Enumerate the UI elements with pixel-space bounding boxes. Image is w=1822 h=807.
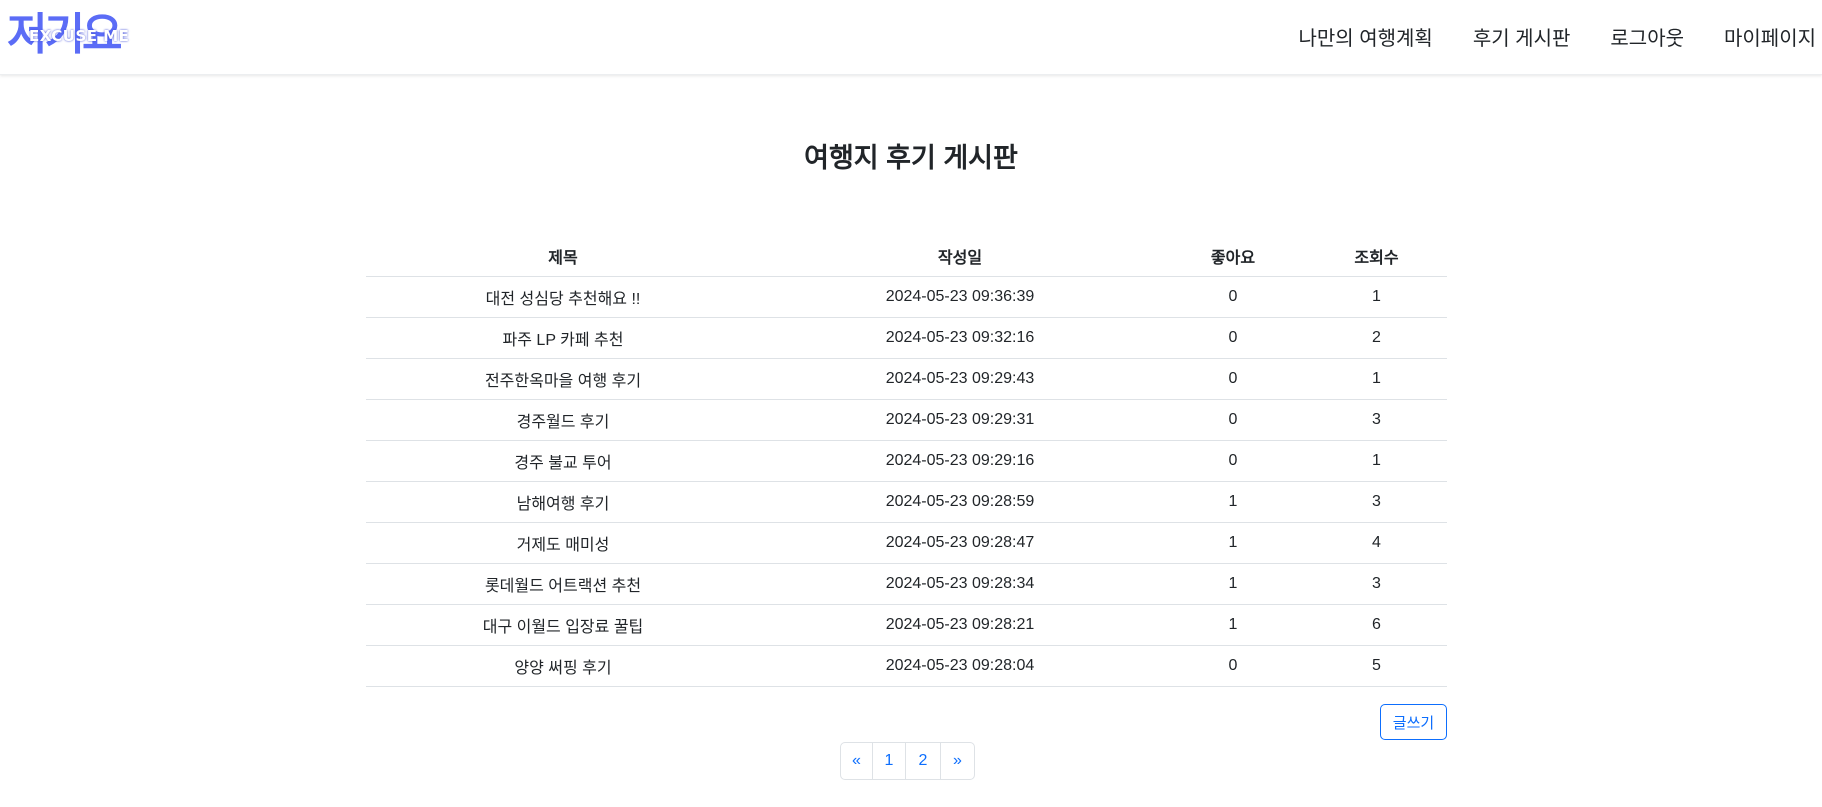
nav-logout[interactable]: 로그아웃 [1610, 22, 1684, 51]
nav-review-board[interactable]: 후기 게시판 [1473, 22, 1571, 51]
post-title[interactable]: 대구 이월드 입장료 꿀팁 [366, 604, 760, 646]
top-navbar: 저기요 EXCUSE ME 나만의 여행계획 후기 게시판 로그아웃 마이페이지 [0, 0, 1822, 75]
post-title[interactable]: 파주 LP 카페 추천 [366, 317, 760, 359]
post-likes: 1 [1160, 522, 1306, 564]
post-date: 2024-05-23 09:29:31 [760, 399, 1160, 441]
nav-mypage[interactable]: 마이페이지 [1724, 22, 1816, 51]
brand-logo[interactable]: 저기요 EXCUSE ME [7, 12, 155, 58]
post-title[interactable]: 남해여행 후기 [366, 481, 760, 523]
post-likes: 0 [1160, 276, 1306, 318]
table-row[interactable]: 경주월드 후기 2024-05-23 09:29:31 0 3 [366, 399, 1447, 441]
pagination-page-1[interactable]: 1 [873, 743, 906, 779]
table-row[interactable]: 파주 LP 카페 추천 2024-05-23 09:32:16 0 2 [366, 317, 1447, 359]
pagination-prev-button[interactable]: « [841, 743, 873, 779]
logo-subtitle: EXCUSE ME [29, 27, 130, 45]
post-likes: 0 [1160, 358, 1306, 400]
post-title[interactable]: 롯데월드 어트랙션 추천 [366, 563, 760, 605]
nav-my-travel-plan[interactable]: 나만의 여행계획 [1298, 22, 1432, 51]
table-row[interactable]: 전주한옥마을 여행 후기 2024-05-23 09:29:43 0 1 [366, 358, 1447, 400]
post-date: 2024-05-23 09:32:16 [760, 317, 1160, 359]
nav-links: 나만의 여행계획 후기 게시판 로그아웃 마이페이지 [1298, 0, 1822, 72]
pagination: « 1 2 » [840, 742, 975, 780]
post-likes: 1 [1160, 563, 1306, 605]
post-date: 2024-05-23 09:36:39 [760, 276, 1160, 318]
post-likes: 0 [1160, 317, 1306, 359]
column-header-date: 작성일 [760, 236, 1160, 277]
post-title[interactable]: 거제도 매미성 [366, 522, 760, 564]
post-views: 2 [1306, 317, 1447, 359]
post-date: 2024-05-23 09:28:21 [760, 604, 1160, 646]
post-views: 4 [1306, 522, 1447, 564]
post-date: 2024-05-23 09:28:59 [760, 481, 1160, 523]
table-row[interactable]: 남해여행 후기 2024-05-23 09:28:59 1 3 [366, 481, 1447, 523]
post-likes: 0 [1160, 645, 1306, 687]
post-views: 6 [1306, 604, 1447, 646]
post-likes: 0 [1160, 399, 1306, 441]
post-title[interactable]: 대전 성심당 추천해요 !! [366, 276, 760, 318]
write-post-button[interactable]: 글쓰기 [1380, 704, 1447, 740]
post-views: 3 [1306, 563, 1447, 605]
post-views: 3 [1306, 399, 1447, 441]
post-likes: 1 [1160, 481, 1306, 523]
post-views: 3 [1306, 481, 1447, 523]
post-title[interactable]: 양양 써핑 후기 [366, 645, 760, 687]
table-row[interactable]: 양양 써핑 후기 2024-05-23 09:28:04 0 5 [366, 645, 1447, 687]
post-views: 1 [1306, 358, 1447, 400]
post-views: 1 [1306, 276, 1447, 318]
post-date: 2024-05-23 09:28:47 [760, 522, 1160, 564]
table-header-row: 제목 작성일 좋아요 조회수 [366, 236, 1447, 277]
pagination-page-2[interactable]: 2 [906, 743, 941, 779]
page-title: 여행지 후기 게시판 [804, 143, 1018, 173]
post-title[interactable]: 경주월드 후기 [366, 399, 760, 441]
post-date: 2024-05-23 09:28:04 [760, 645, 1160, 687]
post-title[interactable]: 경주 불교 투어 [366, 440, 760, 482]
column-header-likes: 좋아요 [1160, 236, 1306, 277]
post-date: 2024-05-23 09:29:43 [760, 358, 1160, 400]
table-row[interactable]: 대구 이월드 입장료 꿀팁 2024-05-23 09:28:21 1 6 [366, 604, 1447, 646]
column-header-views: 조회수 [1306, 236, 1447, 277]
pagination-next-button[interactable]: » [941, 743, 974, 779]
table-row[interactable]: 대전 성심당 추천해요 !! 2024-05-23 09:36:39 0 1 [366, 276, 1447, 318]
post-likes: 0 [1160, 440, 1306, 482]
post-views: 5 [1306, 645, 1447, 687]
post-title[interactable]: 전주한옥마을 여행 후기 [366, 358, 760, 400]
post-likes: 1 [1160, 604, 1306, 646]
table-row[interactable]: 경주 불교 투어 2024-05-23 09:29:16 0 1 [366, 440, 1447, 482]
table-row[interactable]: 거제도 매미성 2024-05-23 09:28:47 1 4 [366, 522, 1447, 564]
table-row[interactable]: 롯데월드 어트랙션 추천 2024-05-23 09:28:34 1 3 [366, 563, 1447, 605]
post-views: 1 [1306, 440, 1447, 482]
column-header-title: 제목 [366, 236, 760, 277]
post-date: 2024-05-23 09:29:16 [760, 440, 1160, 482]
post-date: 2024-05-23 09:28:34 [760, 563, 1160, 605]
review-table: 제목 작성일 좋아요 조회수 대전 성심당 추천해요 !! 2024-05-23… [366, 236, 1447, 687]
